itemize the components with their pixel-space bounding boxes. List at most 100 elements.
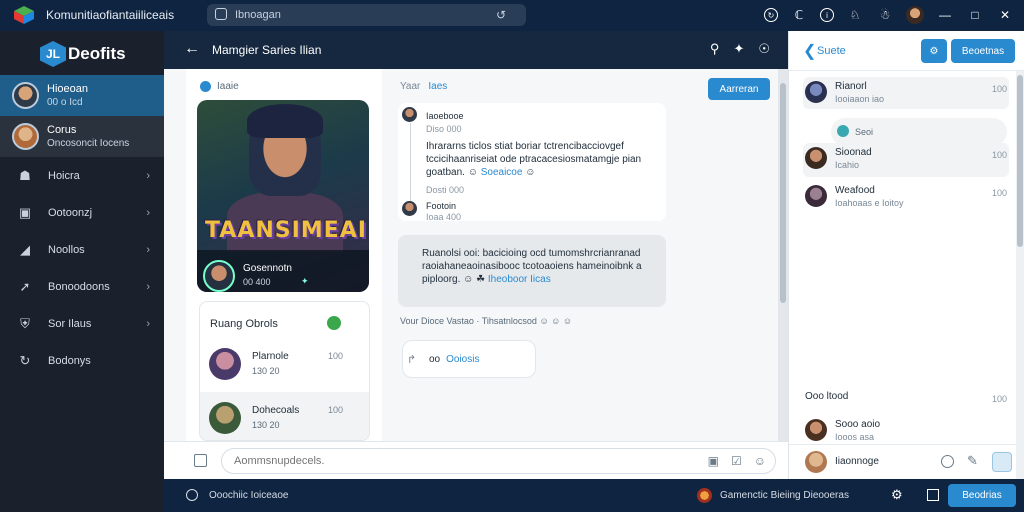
avatar [402,201,417,216]
group-label: Iaaie [217,81,239,92]
minimize-icon[interactable]: — [936,6,954,24]
message-thread: Iaoebooe Diso 000 Ihrararns ticlos stiat… [398,103,666,222]
list-item[interactable]: Rianorl Iooiaaon iao 100 [803,77,1009,109]
maximize-icon[interactable]: □ [966,6,984,24]
game-title: TAANSIMEAI [205,218,367,243]
chevron-right-icon: › [146,170,150,182]
sidebar-item-label: Sor Ilaus [48,318,92,330]
pencil-icon[interactable]: ✎ [967,453,978,469]
avatar [805,451,827,473]
message-link[interactable]: Iheoboor Iicas [488,274,551,285]
avatar [12,123,39,150]
card-name: Gosennotn [243,263,292,274]
emoji-icon: ☺ ☺ ☺ [539,316,573,326]
list-item[interactable]: Sioonad Icahio 100 [803,143,1009,177]
reply-arrow-icon: ↱ [407,354,417,366]
player-value: 100 [327,351,343,361]
avatar [402,107,417,122]
close-icon[interactable]: ✕ [996,6,1014,24]
message-author: Iaoebooe [426,111,464,121]
pin-icon[interactable]: ✦ [733,41,744,57]
reply-chip[interactable]: ↱ oo Ooiosis [402,340,536,378]
right-scrollbar[interactable] [1016,71,1024,479]
right-input[interactable]: Iiaonnoge [835,456,879,467]
attach-icon[interactable] [194,454,207,467]
accept-button[interactable]: Aarreran [708,78,770,100]
image-icon[interactable]: ▣ [708,454,719,468]
right-panel-footer: Iiaonnoge ✎ [789,444,1017,479]
chat-highlight[interactable]: Iaes [428,81,447,92]
bell-icon[interactable]: ☃ [876,6,894,24]
sidebar-item-rocket[interactable]: ➚ Bonoodoons › [0,269,164,305]
right-panel: ❮ Suete ⚙ Beoetnas Rianorl Iooiaaon iao … [788,31,1024,479]
search-input[interactable]: Ibnoagan [235,9,281,21]
message-link[interactable]: Soeaicoe [481,167,523,178]
right-panel-title: Suete [817,45,846,57]
controller-icon[interactable]: ⚙ [891,487,903,503]
tip-icon[interactable]: ℂ [790,6,808,24]
logo-icon [14,6,34,24]
list-item[interactable]: Weafood Ioahoaas e Ioitoy 100 [803,181,1009,215]
message-input[interactable] [221,448,776,474]
chip[interactable]: Seoi [831,118,1007,146]
shield-icon: ⛨ [20,316,30,331]
sidebar-item-folder[interactable]: ◢ Noollos › [0,232,164,268]
scrollbar-thumb[interactable] [1017,75,1023,247]
list-item[interactable]: Ooo ltood 100 [803,387,1009,407]
avatar [203,260,235,292]
main-header: ← Mamgier Saries Ilian ⚲ ✦ ☉ [164,31,788,69]
emoji-icon[interactable]: ☺ [754,454,766,468]
back-arrow-icon[interactable]: ← [184,40,200,58]
window-icon[interactable] [927,489,939,501]
game-card[interactable]: TAANSIMEAI Gosennotn 00 400 ✦ [197,100,369,292]
back-icon[interactable]: ❮ [803,41,816,61]
status-icon [186,489,198,501]
item-value: 100 [991,84,1007,94]
sidebar-item-shield[interactable]: ⛨ Sor Ilaus › [0,306,164,342]
emoji-icon[interactable] [941,455,954,468]
zoom-icon[interactable]: ☉ [758,41,770,57]
item-name: Ooo ltood [805,391,849,402]
refresh-icon[interactable]: ↺ [496,8,506,22]
list-item[interactable]: Sooo aoio Iooos asa [803,415,1009,443]
players-title: Ruang Obrols [210,318,278,330]
game-status: Gamenctic Bieiing Dieooeras [720,490,849,501]
list-item[interactable]: Dohecoals 130 20 100 [200,392,369,440]
sidebar-item-briefcase[interactable]: ▣ Ootoonzj › [0,195,164,231]
message-time: Diso 000 [426,124,462,134]
search-icon[interactable]: ⚲ [710,41,720,57]
chip-icon [837,125,849,137]
avatar[interactable] [906,6,924,24]
search-bar[interactable]: Ibnoagan ↺ [207,4,526,26]
sidebar-contact-1[interactable]: Hioeoan 00 o Icd [0,75,164,116]
item-value: 100 [991,150,1007,160]
player-sub: 130 20 [252,420,280,430]
thread-line [410,123,411,205]
sidebar-contact-2[interactable]: Corus Oncosoncit Iocens [0,116,164,157]
sidebar-item-sync[interactable]: ↻ Bodonys [0,343,164,379]
history-icon[interactable]: ↻ [764,8,778,22]
settings-button[interactable]: ⚙ [921,39,947,63]
app-title: Komunitiaofiantaiiliceais [46,8,175,22]
chat-scrollbar[interactable] [778,69,788,441]
item-name: Sioonad [835,147,872,158]
emoji-icon: ☺ [463,274,474,285]
chip-text: Seoi [855,127,874,137]
info-icon[interactable]: i [820,8,834,22]
players-panel: Ruang Obrols Plarnole 130 20 100 Dohecoa… [199,301,370,441]
search-icon [215,8,227,20]
mic-icon[interactable] [992,452,1012,472]
item-sub: Ioahoaas e Ioitoy [835,198,904,208]
item-sub: Iooiaaon iao [835,94,885,104]
titlebar-icons: ↻ ℂ i ♘ ☃ — □ ✕ [764,6,1014,24]
bottom-action-button[interactable]: Beodrias [948,484,1016,507]
controller-icon[interactable]: ♘ [846,6,864,24]
list-item[interactable]: Plarnole 130 20 100 [200,338,369,390]
sticker-icon[interactable]: ☑ [731,454,742,468]
avatar [12,82,39,109]
chat-you-label: Yaar [400,81,421,92]
sidebar-item-home[interactable]: ☗ Hoicra › [0,158,164,194]
player-name: Plarnole [252,351,289,362]
scrollbar-thumb[interactable] [780,83,786,303]
right-panel-button[interactable]: Beoetnas [951,39,1015,63]
